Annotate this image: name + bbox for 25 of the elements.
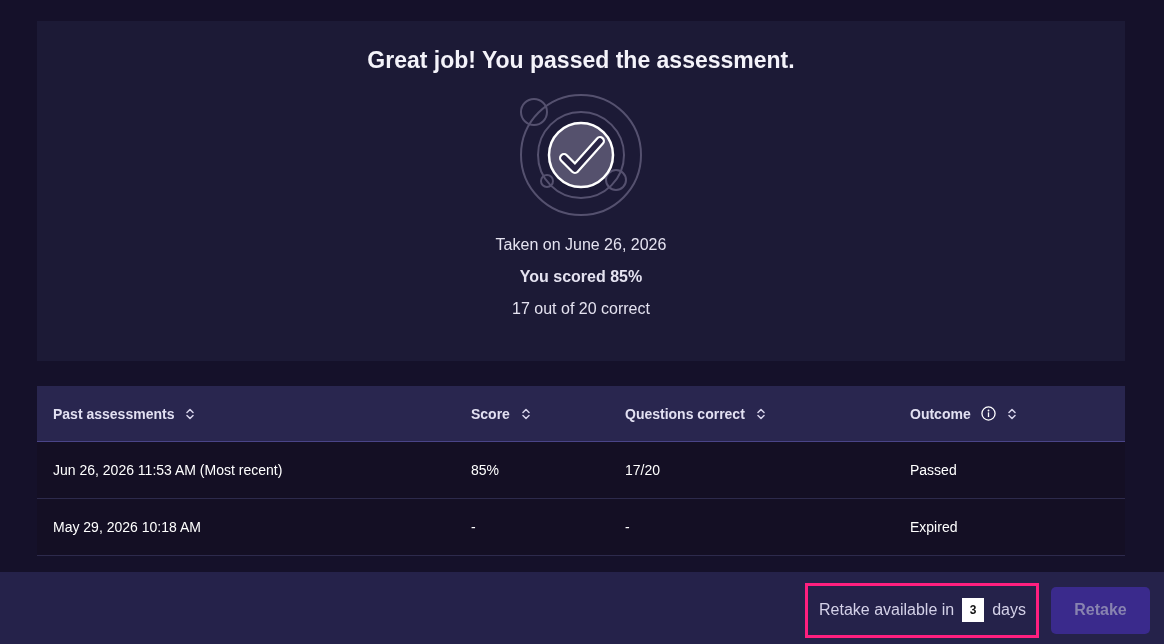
days-count: 3	[962, 598, 985, 622]
taken-date-text: Taken on June 26, 2026	[495, 235, 667, 255]
column-header: Questions correct	[625, 405, 745, 422]
sort-icon[interactable]	[186, 407, 195, 420]
date-text: May 29, 2026 10:18 AM	[53, 519, 201, 535]
correct-text: -	[625, 519, 630, 535]
correct-text: 17/20	[625, 462, 661, 478]
correct-summary-text: 17 out of 20 correct	[512, 299, 650, 319]
retake-notice-text: Retake available in	[819, 601, 955, 619]
check-badge-icon	[519, 93, 643, 217]
outcome-text: Passed	[910, 462, 957, 478]
days-unit-text: days	[992, 601, 1026, 619]
score-summary-text: You scored 85%	[519, 267, 643, 287]
column-header: Outcome	[910, 405, 971, 422]
info-icon[interactable]	[980, 406, 996, 421]
score-text: -	[471, 519, 476, 535]
result-heading: Great job! You passed the assessment.	[367, 47, 795, 73]
column-header: Score	[471, 405, 510, 422]
sort-icon[interactable]	[521, 407, 530, 420]
column-header: Past assessments	[53, 405, 175, 422]
sort-icon[interactable]	[1007, 407, 1016, 420]
score-text: 85%	[471, 462, 500, 478]
outcome-text: Expired	[910, 519, 958, 535]
date-text: Jun 26, 2026 11:53 AM (Most recent)	[53, 462, 283, 478]
sort-icon[interactable]	[756, 407, 765, 420]
